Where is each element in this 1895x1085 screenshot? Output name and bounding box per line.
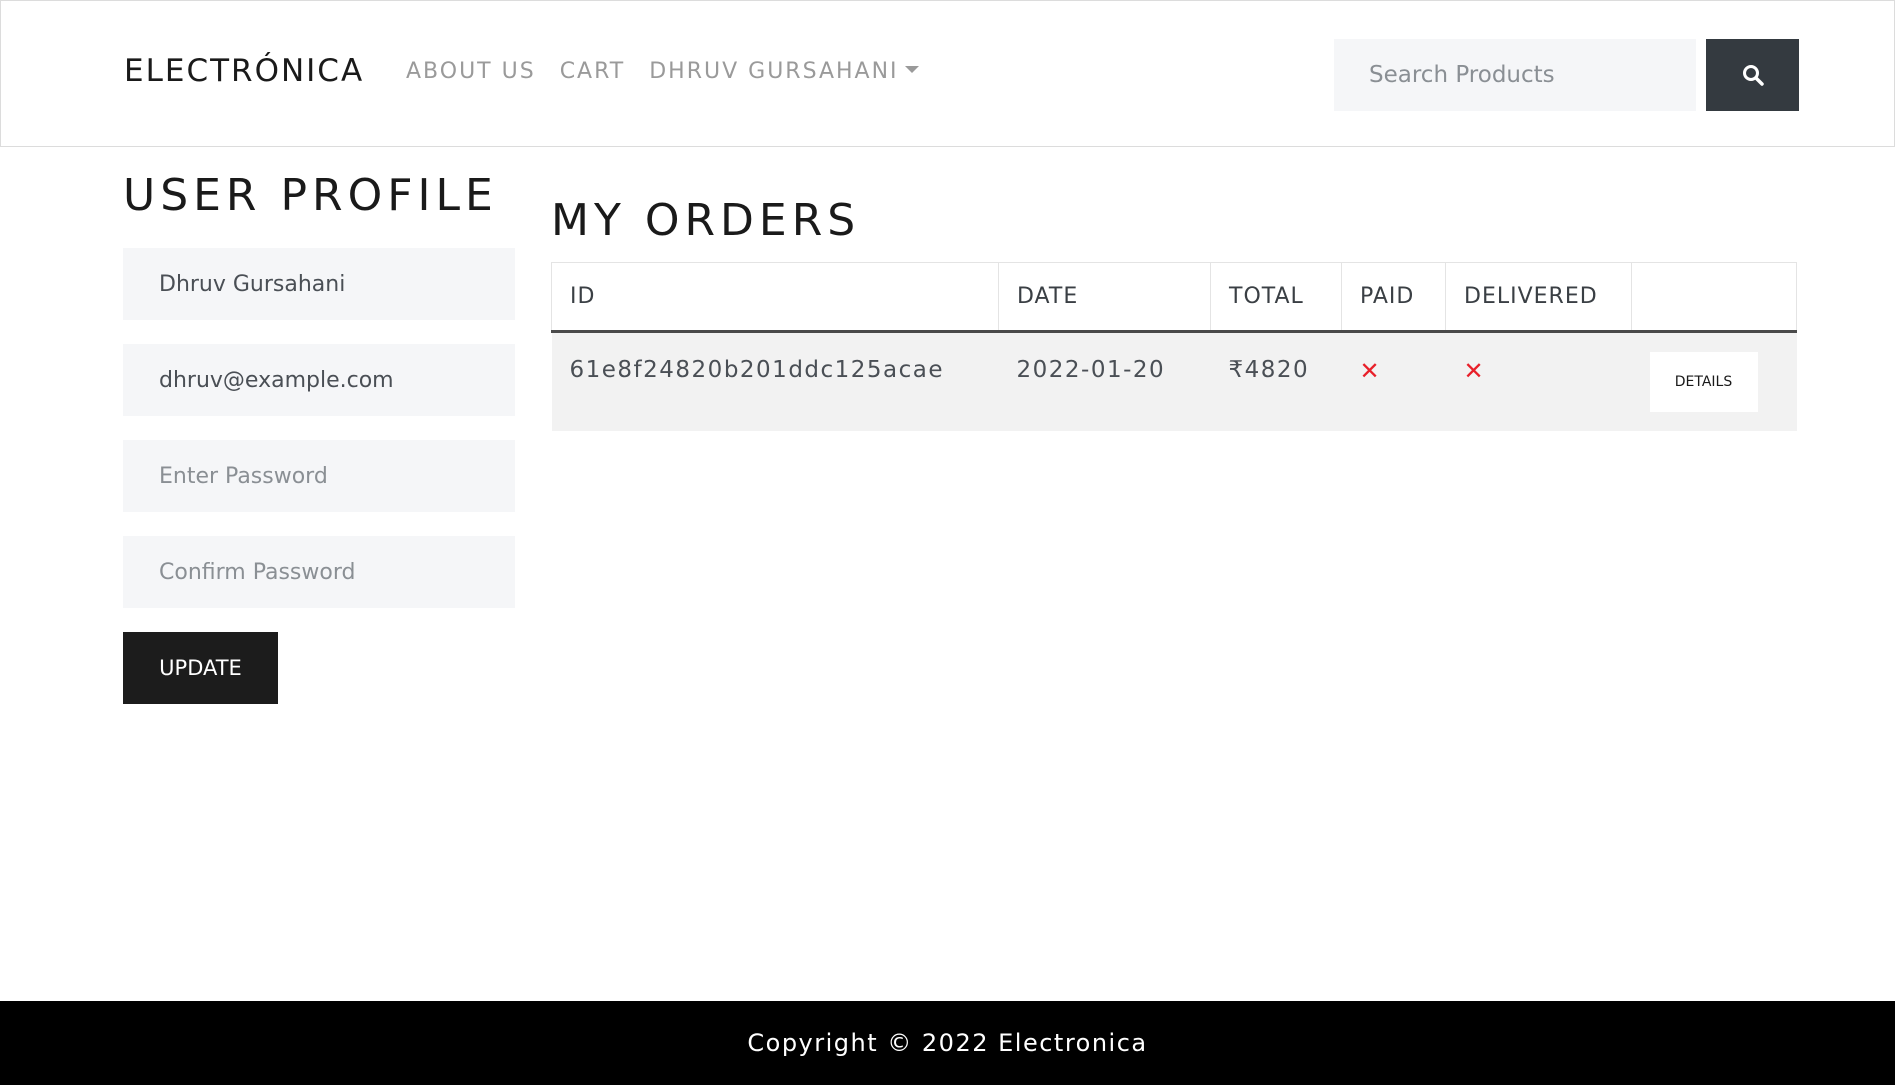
order-total-cell: ₹4820 <box>1210 331 1342 431</box>
my-orders-title: MY ORDERS <box>551 195 861 246</box>
order-paid-cell: ✕ <box>1341 331 1446 431</box>
caret-down-icon <box>904 65 919 73</box>
nav-user-dropdown[interactable]: DHRUV GURSAHANI <box>649 59 919 84</box>
user-profile-title: USER PROFILE <box>123 170 498 221</box>
not-delivered-x-icon: ✕ <box>1463 357 1486 385</box>
user-profile-section: USER PROFILE UPDATE <box>123 170 515 704</box>
order-action-cell: DETAILS <box>1631 331 1797 431</box>
password-field[interactable] <box>123 440 515 512</box>
footer: Copyright © 2022 Electronica <box>0 1001 1895 1085</box>
name-field[interactable] <box>123 248 515 320</box>
column-header-id: ID <box>551 262 999 333</box>
nav-about-us[interactable]: ABOUT US <box>406 59 536 84</box>
email-field[interactable] <box>123 344 515 416</box>
column-header-total: TOTAL <box>1210 262 1342 333</box>
order-id-cell: 61e8f24820b201ddc125acae <box>551 331 999 431</box>
details-button[interactable]: DETAILS <box>1649 352 1758 412</box>
order-date-cell: 2022-01-20 <box>998 331 1211 431</box>
brand-logo[interactable]: ELECTRÓNICA <box>124 53 364 89</box>
search-input[interactable] <box>1334 39 1696 111</box>
nav-links: ABOUT US CART DHRUV GURSAHANI <box>406 59 919 84</box>
column-header-paid: PAID <box>1341 262 1446 333</box>
table-header-row: ID DATE TOTAL PAID DELIVERED <box>551 262 1797 333</box>
order-delivered-cell: ✕ <box>1445 331 1632 431</box>
nav-cart[interactable]: CART <box>560 59 626 84</box>
user-menu-label: DHRUV GURSAHANI <box>649 59 899 84</box>
column-header-delivered: DELIVERED <box>1445 262 1632 333</box>
column-header-date: DATE <box>998 262 1211 333</box>
not-paid-x-icon: ✕ <box>1359 357 1382 385</box>
table-row: 61e8f24820b201ddc125acae 2022-01-20 ₹482… <box>551 331 1797 431</box>
confirm-password-field[interactable] <box>123 536 515 608</box>
copyright-text: Copyright © 2022 Electronica <box>747 1029 1148 1057</box>
my-orders-section: MY ORDERS ID DATE TOTAL PAID DELIVERED 6… <box>551 195 1797 431</box>
search-button[interactable] <box>1706 39 1799 111</box>
search-form <box>1334 39 1799 111</box>
update-button[interactable]: UPDATE <box>123 632 278 704</box>
orders-table: ID DATE TOTAL PAID DELIVERED 61e8f24820b… <box>551 262 1797 431</box>
column-header-actions <box>1631 262 1797 333</box>
search-icon <box>1742 65 1764 86</box>
navbar: ELECTRÓNICA ABOUT US CART DHRUV GURSAHAN… <box>0 0 1895 147</box>
